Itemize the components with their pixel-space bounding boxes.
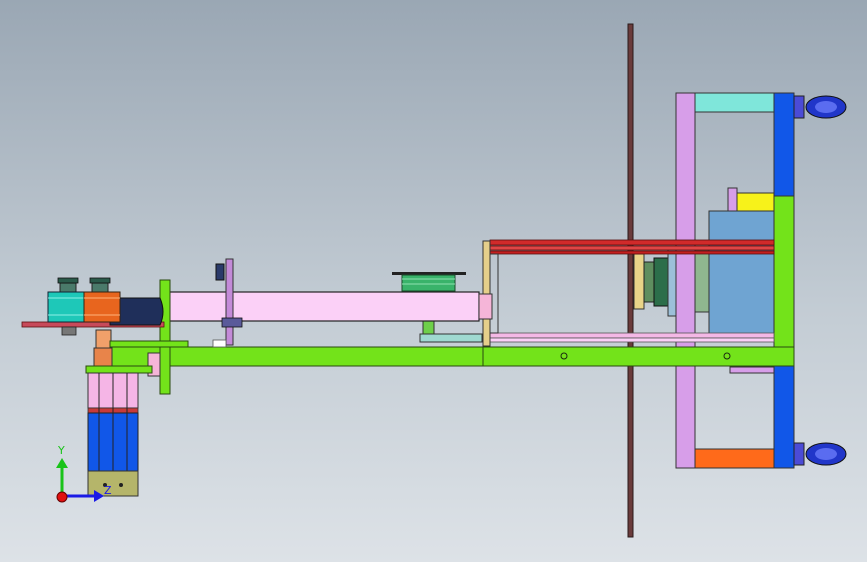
green-end-plate: [159, 279, 171, 395]
drive-motor: [85, 365, 153, 497]
orange-drum: [83, 277, 121, 323]
blue-column-top: [773, 92, 795, 197]
teal-drum: [47, 277, 85, 323]
triad-z-label: Z: [104, 484, 112, 497]
violet-frame-post: [675, 92, 696, 469]
top-pulley: [392, 272, 466, 292]
white-spacer: [212, 339, 227, 348]
coupling-lower: [93, 347, 113, 367]
yellow-block: [736, 192, 775, 212]
pink-arm-end-cap: [478, 293, 493, 320]
hub-body: [667, 247, 677, 317]
hub-collar: [643, 261, 655, 303]
support-pad: [419, 333, 483, 343]
blue-column-bottom: [773, 365, 795, 469]
coupling-upper: [95, 329, 112, 349]
green-column-mid: [773, 195, 795, 367]
vertical-disc-plate: [627, 23, 634, 538]
bracket-stud: [221, 317, 243, 328]
triad-y-label: Y: [57, 444, 65, 457]
pink-arm-beam: [165, 291, 480, 322]
hub-flange: [653, 257, 669, 307]
dark-sensor: [215, 263, 225, 281]
green-base-beam: [109, 346, 795, 367]
green-base-stub: [109, 340, 189, 348]
violet-bracket: [225, 258, 234, 346]
hub-plate-left: [633, 253, 645, 310]
steel-blue-housing: [708, 210, 775, 337]
support-post: [422, 320, 435, 335]
cyan-top-bar: [694, 92, 775, 113]
machine-assembly-drawing: Y Z: [21, 23, 847, 538]
orange-bottom-bar: [694, 448, 775, 469]
hub-right-plate: [694, 249, 710, 313]
drum-shaft-cap: [61, 326, 77, 336]
violet-small-tab: [727, 187, 738, 212]
pink-lower-rail: [489, 332, 775, 339]
caster-wheel-top: [793, 95, 847, 119]
pink-lower-rail-2: [489, 337, 775, 343]
violet-lower-tab: [729, 366, 775, 374]
red-rails: [489, 239, 775, 255]
cad-viewport[interactable]: Y Z: [0, 0, 867, 562]
caster-wheel-bottom: [793, 442, 847, 466]
